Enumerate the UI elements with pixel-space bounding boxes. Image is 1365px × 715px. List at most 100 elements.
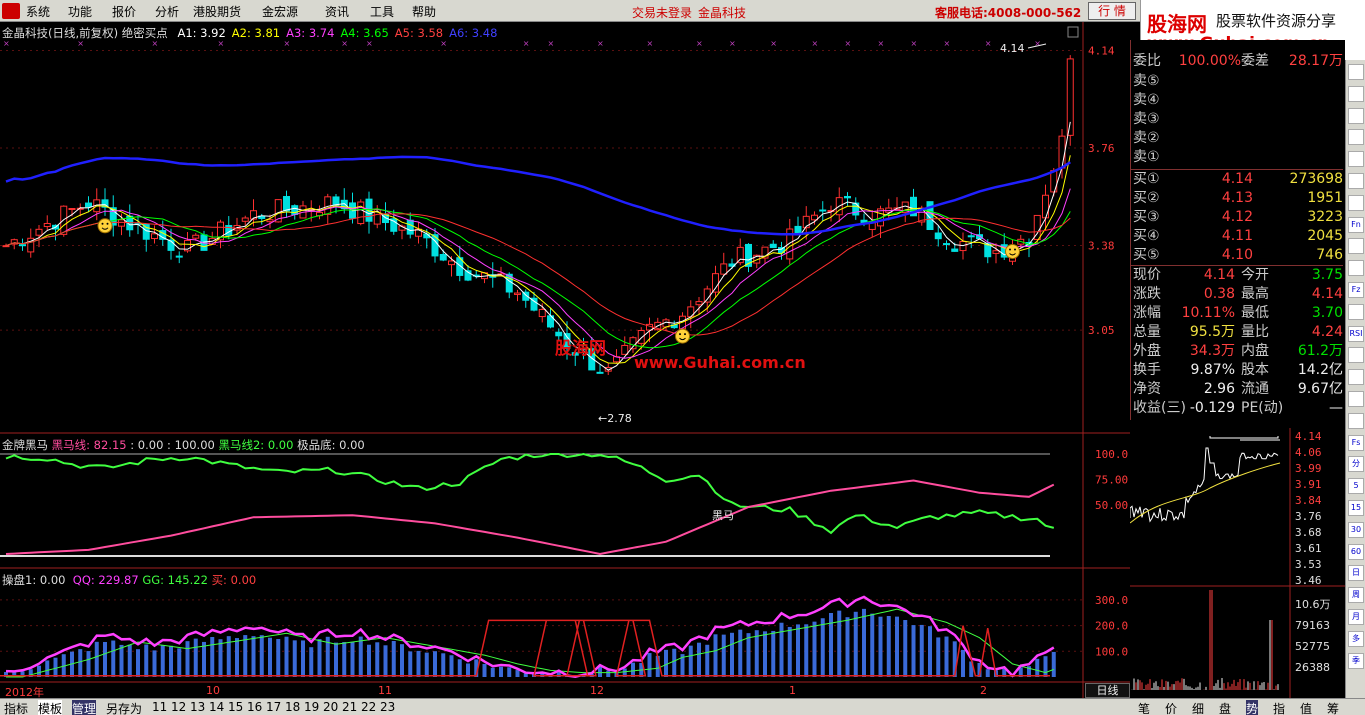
- right-bottom-tab-3[interactable]: 盘: [1219, 700, 1231, 715]
- menu-help[interactable]: 帮助: [412, 3, 436, 20]
- period-label[interactable]: 日线: [1085, 683, 1130, 698]
- bottom-tab-bar: 指标 模板 管理 另存为 11 12 13 14 15 16 17 18 19 20 21 22 23: [0, 698, 1130, 715]
- tool-button-1[interactable]: [1348, 85, 1364, 102]
- right-bottom-tab-7[interactable]: 筹: [1327, 700, 1339, 715]
- bottom-tab-5[interactable]: 12: [171, 700, 186, 714]
- mini-price-tick: 3.91: [1295, 478, 1322, 491]
- volume-bar: [218, 639, 223, 677]
- tool-button-6[interactable]: [1348, 194, 1364, 211]
- menu-tools[interactable]: 工具: [370, 3, 394, 20]
- tool-button-8[interactable]: [1348, 238, 1364, 255]
- menu-info[interactable]: 资讯: [325, 3, 349, 20]
- right-bottom-tab-2[interactable]: 细: [1192, 700, 1204, 715]
- stat-row: 涨幅 10.11% 最低 3.70: [1131, 304, 1343, 323]
- volume-bar: [895, 616, 899, 677]
- buy-volume: 273698: [1289, 171, 1343, 187]
- bottom-tab-10[interactable]: 17: [266, 700, 281, 714]
- tool-button-13[interactable]: [1348, 347, 1364, 364]
- tool-button-21[interactable]: 30: [1348, 521, 1364, 538]
- banner-slogan: 股票软件资源分享: [1216, 12, 1337, 30]
- volume-bar: [416, 650, 421, 677]
- stat-value-2: 4.14: [1311, 286, 1343, 302]
- bottom-tab-12[interactable]: 19: [304, 700, 319, 714]
- volume-bar: [903, 620, 908, 677]
- bottom-tab-3[interactable]: 另存为: [106, 700, 142, 715]
- ma-param-3: A3: 3.74: [286, 26, 335, 40]
- right-bottom-tab-6[interactable]: 值: [1300, 700, 1312, 715]
- volume-bar: [193, 638, 198, 677]
- tool-button-15[interactable]: [1348, 391, 1364, 407]
- bottom-tab-8[interactable]: 15: [228, 700, 243, 714]
- sub2-tick-label: 100.0: [1095, 645, 1128, 658]
- bottom-tab-14[interactable]: 21: [342, 700, 357, 714]
- menu-hk-futures[interactable]: 港股期货: [193, 3, 241, 20]
- signal-mark: ×: [944, 39, 951, 48]
- right-bottom-tab-5[interactable]: 指: [1273, 700, 1285, 715]
- volume-bar: [985, 669, 990, 677]
- tool-button-25[interactable]: 月: [1348, 609, 1364, 625]
- watermark-url: www.Guhai.com.cn: [634, 353, 806, 372]
- candle-body: [621, 344, 629, 355]
- menu-jinhongyuan[interactable]: 金宏源: [262, 3, 298, 20]
- bottom-tab-16[interactable]: 23: [380, 700, 395, 714]
- stat-label: 外盘: [1133, 343, 1161, 359]
- quote-button[interactable]: 行 情: [1088, 2, 1136, 20]
- tool-button-7[interactable]: Fn: [1348, 216, 1364, 233]
- bottom-tab-6[interactable]: 13: [190, 700, 205, 714]
- bottom-tab-13[interactable]: 20: [323, 700, 338, 714]
- right-bottom-tab-bar: 笔价细盘势指值筹: [1130, 698, 1365, 715]
- tool-button-24[interactable]: 周: [1348, 587, 1364, 604]
- tool-button-14[interactable]: [1348, 369, 1364, 386]
- tool-button-3[interactable]: [1348, 129, 1364, 146]
- right-bottom-tab-0[interactable]: 笔: [1138, 700, 1150, 715]
- tool-button-19[interactable]: 5: [1348, 478, 1364, 495]
- bottom-tab-2[interactable]: 管理: [72, 700, 97, 715]
- app-window: 系统 功能 报价 分析 港股期货 金宏源 资讯 工具 帮助 交易未登录 金晶科技…: [0, 0, 1365, 715]
- trade-status[interactable]: 交易未登录: [632, 4, 692, 21]
- tool-button-23[interactable]: 日: [1348, 565, 1364, 582]
- tool-button-11[interactable]: [1348, 303, 1364, 320]
- volume-bar: [185, 641, 190, 677]
- volume-bar: [878, 616, 883, 677]
- menu-function[interactable]: 功能: [68, 3, 92, 20]
- mini-volume-tick: 79163: [1295, 619, 1330, 632]
- tool-button-18[interactable]: 分: [1348, 456, 1364, 473]
- bottom-tab-1[interactable]: 模板: [38, 700, 63, 715]
- bottom-tab-7[interactable]: 14: [209, 700, 224, 714]
- tool-button-16[interactable]: [1348, 412, 1364, 429]
- menu-quote[interactable]: 报价: [112, 3, 136, 20]
- stat-value-2: 3.70: [1311, 305, 1343, 321]
- volume-bar: [86, 651, 91, 677]
- bottom-tab-15[interactable]: 22: [361, 700, 376, 714]
- bottom-tab-11[interactable]: 18: [285, 700, 300, 714]
- right-bottom-tab-4[interactable]: 势: [1246, 700, 1259, 715]
- bottom-tab-9[interactable]: 16: [247, 700, 262, 714]
- chart-canvas[interactable]: 4.143.763.383.05× × × × × × × × × × × × × × × × × × × × × ×4.…: [0, 22, 1130, 698]
- volume-bar: [301, 640, 305, 677]
- tool-button-4[interactable]: [1348, 151, 1364, 168]
- volume-bar: [78, 649, 83, 677]
- menu-analysis[interactable]: 分析: [155, 3, 179, 20]
- mini-price-tick: 3.68: [1295, 526, 1322, 539]
- tool-button-22[interactable]: 60: [1348, 543, 1364, 560]
- tool-button-2[interactable]: [1348, 107, 1364, 124]
- tool-button-12[interactable]: RSI: [1348, 325, 1364, 342]
- sell-label: 卖②: [1133, 130, 1160, 146]
- candle-body: [596, 371, 604, 374]
- menu-system[interactable]: 系统: [26, 3, 50, 20]
- stat-value-2: 9.67亿: [1297, 381, 1343, 397]
- tool-button-5[interactable]: [1348, 173, 1364, 189]
- tool-button-27[interactable]: 季: [1348, 652, 1364, 669]
- intraday-minichart[interactable]: 4.14 4.06 3.99 3.91 3.84 3.76 3.68 3.61 3.53 3.46…: [1130, 428, 1345, 698]
- tool-button-9[interactable]: [1348, 260, 1364, 277]
- tool-button-0[interactable]: [1348, 64, 1364, 80]
- tool-button-17[interactable]: Fs: [1348, 434, 1364, 451]
- right-bottom-tab-1[interactable]: 价: [1165, 700, 1177, 715]
- tool-button-20[interactable]: 15: [1348, 500, 1364, 516]
- tool-button-26[interactable]: 多: [1348, 630, 1364, 647]
- stat-row: 收益(三) -0.129 PE(动) —: [1131, 399, 1343, 418]
- candle-body: [175, 255, 183, 258]
- bottom-tab-4[interactable]: 11: [152, 700, 167, 714]
- tool-button-10[interactable]: Fz: [1348, 282, 1364, 298]
- bottom-tab-0[interactable]: 指标: [4, 700, 28, 715]
